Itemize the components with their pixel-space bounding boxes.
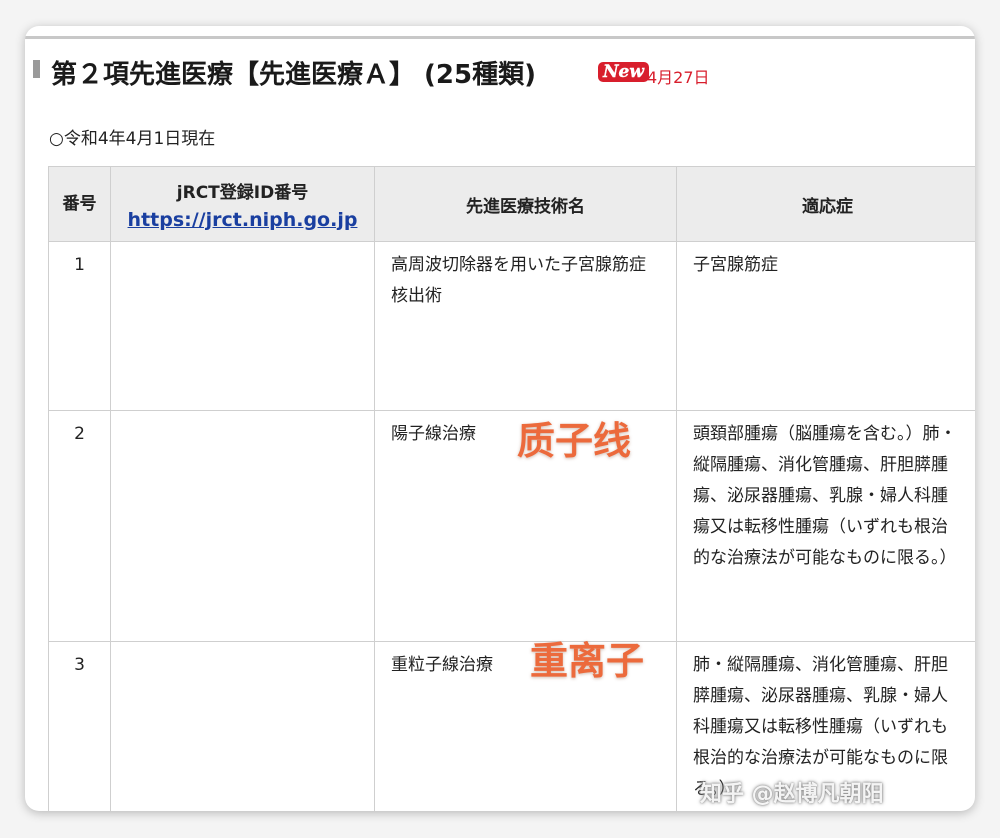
table-row: 2 陽子線治療 頭頚部腫瘍（脳腫瘍を含む。）肺・縦隔腫瘍、消化管腫瘍、肝胆膵腫瘍… (48, 410, 975, 642)
document-card: 第２項先進医療【先進医療Ａ】 (25種類) New 4月27日 ○令和4年4月1… (25, 26, 975, 811)
row-jrct-id (110, 241, 375, 411)
col-header-technique: 先進医療技術名 (374, 166, 677, 242)
new-badge: New (598, 62, 649, 82)
row-indication: 子宮腺筋症 (676, 241, 975, 411)
row-indication: 頭頚部腫瘍（脳腫瘍を含む。）肺・縦隔腫瘍、消化管腫瘍、肝胆膵腫瘍、泌尿器腫瘍、乳… (676, 410, 975, 642)
table-row: 1 高周波切除器を用いた子宮腺筋症核出術 子宮腺筋症 (48, 241, 975, 411)
page-title: 第２項先進医療【先進医療Ａ】 (25種類) (51, 60, 536, 90)
col-header-number: 番号 (48, 166, 111, 242)
as-of-date: ○令和4年4月1日現在 (49, 129, 216, 149)
col-header-jrct: jRCT登録ID番号 https://jrct.niph.go.jp (110, 166, 375, 242)
heading-marker (33, 60, 40, 78)
row-number: 1 (48, 241, 111, 411)
row-jrct-id (110, 410, 375, 642)
new-date: 4月27日 (647, 68, 710, 87)
row-jrct-id (110, 641, 375, 811)
col-header-jrct-label: jRCT登録ID番号 (176, 182, 309, 203)
annotation-proton: 质子线 (517, 419, 632, 463)
top-divider (25, 36, 975, 39)
jrct-link[interactable]: https://jrct.niph.go.jp (111, 209, 374, 231)
treatment-table: 番号 jRCT登録ID番号 https://jrct.niph.go.jp 先進… (48, 166, 975, 811)
col-header-indication: 適応症 (676, 166, 975, 242)
row-technique: 高周波切除器を用いた子宮腺筋症核出術 (374, 241, 677, 411)
row-number: 2 (48, 410, 111, 642)
watermark: 知乎 @赵博凡朝阳 (700, 782, 884, 807)
table-header-row: 番号 jRCT登録ID番号 https://jrct.niph.go.jp 先進… (48, 166, 975, 242)
annotation-heavy-ion: 重离子 (530, 639, 645, 683)
row-number: 3 (48, 641, 111, 811)
